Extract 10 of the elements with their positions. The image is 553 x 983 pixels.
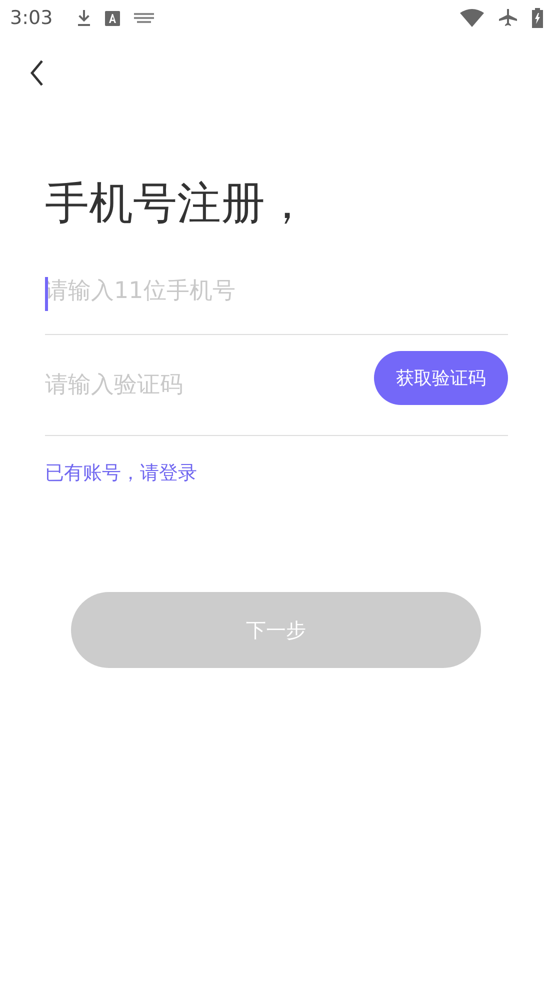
login-link[interactable]: 已有账号，请登录 (45, 460, 197, 486)
wifi-icon (460, 9, 484, 27)
page-title: 手机号注册， (45, 177, 310, 231)
battery-icon (532, 8, 543, 28)
font-icon (104, 10, 120, 26)
keyboard-icon (134, 12, 154, 24)
airplane-icon (498, 8, 518, 28)
download-icon (76, 9, 91, 27)
get-code-button[interactable]: 获取验证码 (374, 351, 508, 405)
status-time: 3:03 (10, 7, 53, 29)
